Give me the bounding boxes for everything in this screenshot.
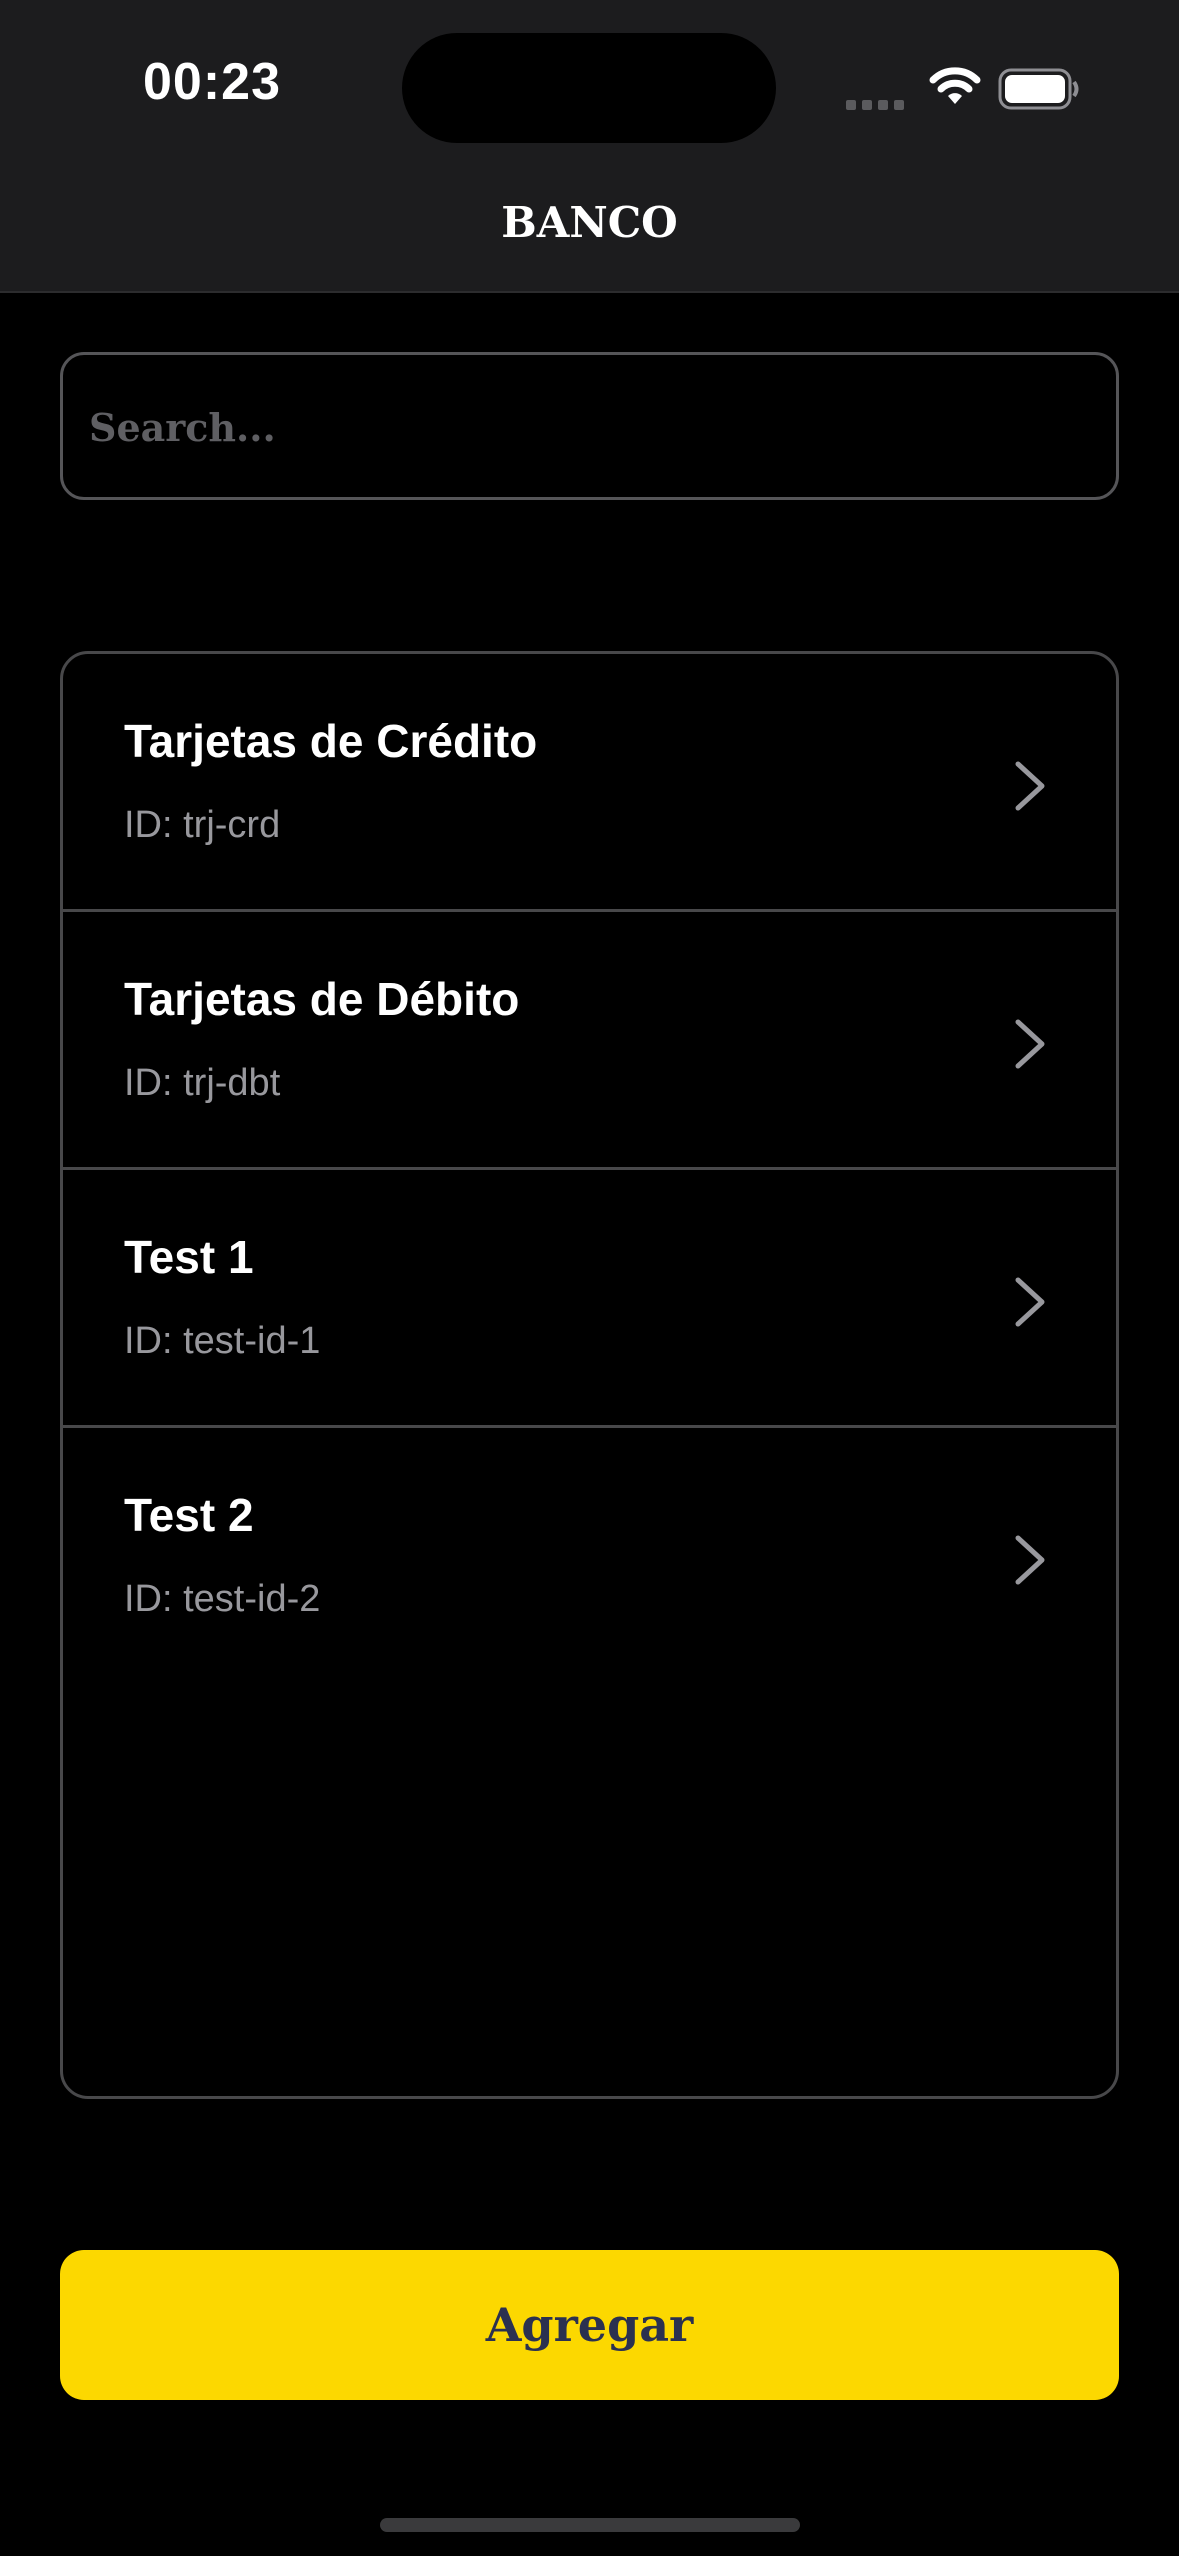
status-icons [840, 60, 1090, 116]
signal-icon [846, 97, 910, 115]
list-item-id: ID: trj-crd [124, 804, 281, 846]
chevron-right-icon [1015, 761, 1045, 811]
list-item-id: ID: trj-dbt [124, 1062, 281, 1104]
list-item-id: ID: test-id-2 [124, 1578, 321, 1620]
dynamic-island [402, 33, 776, 143]
list-item[interactable]: Tarjetas de Crédito ID: trj-crd [63, 654, 1116, 912]
list-item[interactable]: Tarjetas de Débito ID: trj-dbt [63, 912, 1116, 1170]
item-list: Tarjetas de Crédito ID: trj-crd Tarjetas… [60, 651, 1119, 2099]
search-input[interactable] [87, 355, 1091, 499]
wifi-icon [929, 67, 981, 104]
page-title: BANCO [501, 198, 678, 247]
chevron-right-icon [1015, 1277, 1045, 1327]
list-item-title: Test 1 [124, 1231, 254, 1283]
list-item-title: Test 2 [124, 1489, 254, 1541]
status-time: 00:23 [143, 53, 281, 111]
battery-icon [998, 68, 1079, 110]
search-box[interactable] [60, 352, 1119, 500]
list-item-title: Tarjetas de Débito [124, 973, 520, 1025]
chevron-right-icon [1015, 1535, 1045, 1585]
navigation-header: 00:23 BANCO [0, 0, 1179, 293]
add-button[interactable]: Agregar [60, 2250, 1119, 2400]
chevron-right-icon [1015, 1019, 1045, 1069]
list-item[interactable]: Test 2 ID: test-id-2 [63, 1428, 1116, 1686]
list-item-id: ID: test-id-1 [124, 1320, 321, 1362]
list-item[interactable]: Test 1 ID: test-id-1 [63, 1170, 1116, 1428]
home-indicator[interactable] [380, 2518, 800, 2532]
list-item-title: Tarjetas de Crédito [124, 715, 538, 767]
